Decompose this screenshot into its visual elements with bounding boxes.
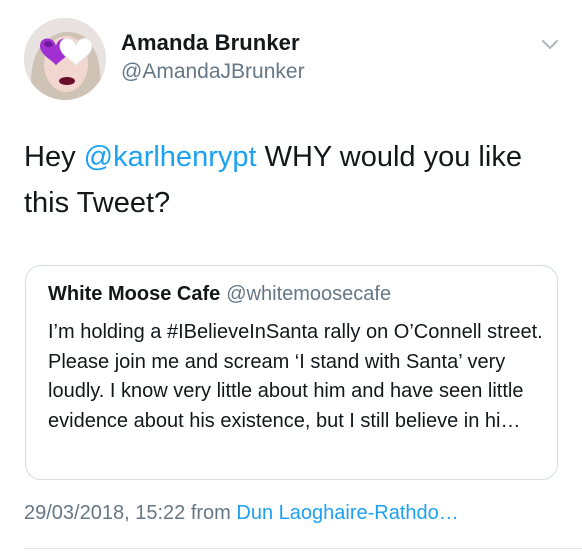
tweet-text: Hey @karlhenrypt WHY would you like this…: [24, 134, 564, 226]
avatar[interactable]: [24, 18, 106, 100]
avatar-image: [24, 18, 106, 100]
chevron-down-icon[interactable]: [538, 36, 562, 54]
tweet-card: Amanda Brunker @AmandaJBrunker Hey @karl…: [0, 0, 582, 552]
quoted-author-handle: @whitemoosecafe: [226, 283, 392, 305]
author-name[interactable]: Amanda Brunker: [121, 30, 300, 56]
timestamp[interactable]: 29/03/2018, 15:22: [24, 502, 185, 524]
divider: [24, 548, 582, 549]
quoted-tweet-header: White Moose Cafe @whitemoosecafe: [48, 283, 391, 306]
tweet-text-prefix: Hey: [24, 141, 84, 173]
mention-link[interactable]: @karlhenrypt: [84, 141, 257, 173]
author-handle[interactable]: @AmandaJBrunker: [121, 60, 305, 84]
quoted-tweet-text: I’m holding a #IBelieveInSanta rally on …: [48, 321, 543, 432]
quoted-author-name: White Moose Cafe: [48, 283, 221, 305]
location-link[interactable]: Dun Laoghaire-Rathdo…: [236, 502, 458, 524]
quoted-tweet[interactable]: White Moose Cafe @whitemoosecafe I’m hold…: [25, 265, 558, 480]
tweet-meta: 29/03/2018, 15:22 from Dun Laoghaire-Rat…: [24, 502, 459, 525]
from-label: from: [185, 502, 237, 524]
